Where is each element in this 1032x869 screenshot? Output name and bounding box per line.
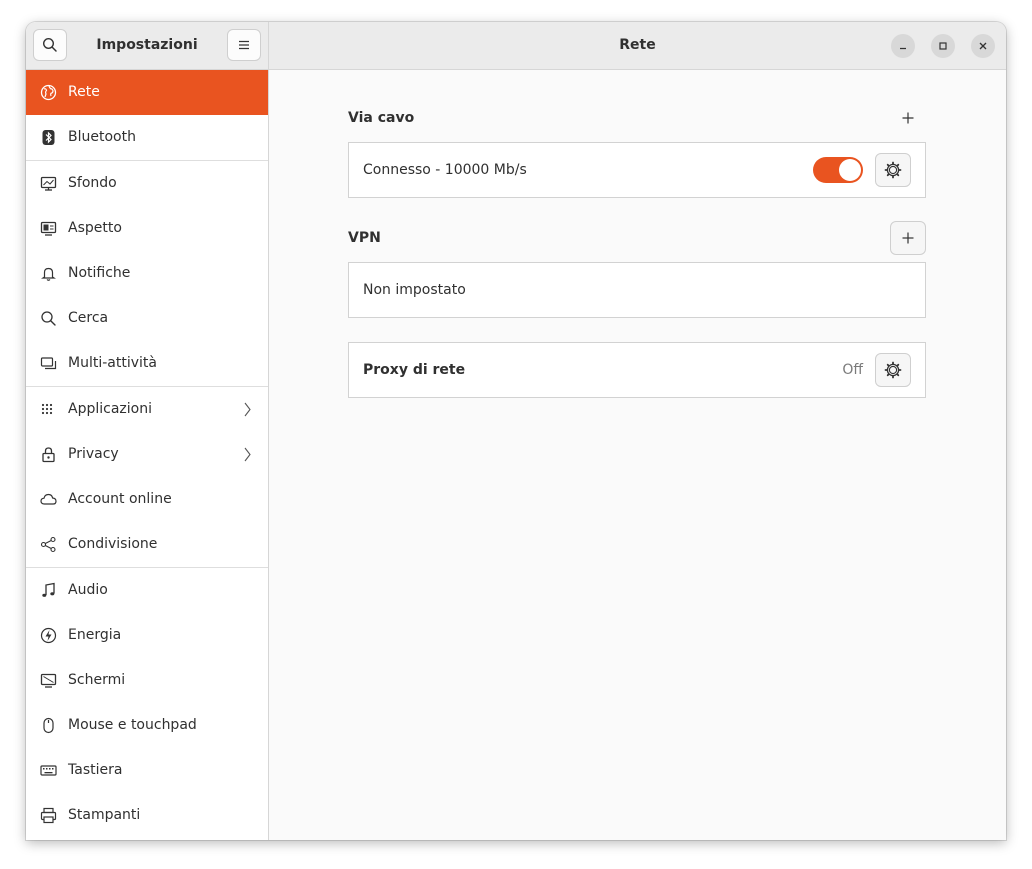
sidebar-item-label: Stampanti (68, 807, 141, 823)
wired-section-title: Via cavo (348, 110, 415, 126)
bell-icon (41, 267, 56, 281)
maximize-icon (939, 42, 947, 50)
close-button[interactable] (971, 34, 995, 58)
content-header: Rete (269, 22, 1006, 70)
sidebar-item-multi-attivita[interactable]: Multi-attività (26, 341, 268, 386)
minimize-icon (900, 47, 906, 50)
sidebar-item-audio[interactable]: Audio (26, 568, 268, 613)
sidebar-item-label: Audio (68, 582, 108, 598)
sidebar-item-aspetto[interactable]: Aspetto (26, 206, 268, 251)
close-icon (979, 42, 987, 50)
sidebar-item-energia[interactable]: Energia (26, 613, 268, 658)
vpn-row: Non impostato (348, 262, 926, 318)
search-icon (42, 37, 57, 52)
vpn-section-title: VPN (348, 230, 381, 246)
plus-icon (902, 112, 914, 124)
proxy-status: Off (842, 362, 863, 378)
sidebar-item-label: Privacy (68, 446, 119, 462)
proxy-settings-button[interactable] (875, 353, 911, 387)
printer-icon (40, 807, 57, 824)
wired-connection-row: Connesso - 10000 Mb/s (348, 142, 926, 198)
main-menu-button[interactable] (227, 29, 261, 61)
settings-window: Impostazioni Rete Bluetooth Sfondo Aspet… (26, 22, 1006, 840)
sidebar-item-stampanti[interactable]: Stampanti (26, 793, 268, 838)
maximize-button[interactable] (931, 34, 955, 58)
search-icon (41, 311, 56, 326)
proxy-row[interactable]: Proxy di rete Off (348, 342, 926, 398)
minimize-button[interactable] (891, 34, 915, 58)
sidebar-item-label: Schermi (68, 672, 126, 688)
sidebar-item-schermi[interactable]: Schermi (26, 658, 268, 703)
sidebar-item-applicazioni[interactable]: Applicazioni (26, 387, 268, 432)
sidebar-item-label: Sfondo (68, 175, 117, 191)
apps-grid-icon (41, 403, 53, 415)
sidebar-item-account-online[interactable]: Account online (26, 477, 268, 522)
sidebar-item-label: Aspetto (68, 220, 122, 236)
add-vpn-button[interactable] (890, 221, 926, 255)
sidebar-item-privacy[interactable]: Privacy (26, 432, 268, 477)
proxy-label: Proxy di rete (363, 362, 466, 378)
keyboard-icon (40, 765, 57, 776)
sidebar-item-condivisione[interactable]: Condivisione (26, 522, 268, 567)
share-icon (40, 536, 56, 553)
sidebar-item-bluetooth[interactable]: Bluetooth (26, 115, 268, 160)
gear-icon (884, 161, 902, 179)
sidebar-item-label: Energia (68, 627, 122, 643)
sidebar-item-sfondo[interactable]: Sfondo (26, 161, 268, 206)
wired-connection-label: Connesso - 10000 Mb/s (363, 162, 527, 178)
bluetooth-icon (42, 130, 55, 145)
sidebar-item-label: Notifiche (68, 265, 131, 281)
music-note-icon (42, 582, 55, 597)
sidebar-item-label: Applicazioni (68, 401, 152, 417)
appearance-icon (40, 221, 57, 236)
sidebar-item-label: Tastiera (68, 762, 123, 778)
sidebar-item-tastiera[interactable]: Tastiera (26, 748, 268, 793)
display-icon (40, 673, 57, 688)
sidebar-item-cerca[interactable]: Cerca (26, 296, 268, 341)
sidebar-item-notifiche[interactable]: Notifiche (26, 251, 268, 296)
lock-icon (42, 447, 55, 463)
add-wired-button[interactable] (890, 101, 926, 135)
sidebar-item-label: Cerca (68, 310, 109, 326)
hamburger-menu-icon (239, 40, 249, 50)
cloud-icon (40, 493, 57, 505)
wired-settings-button[interactable] (875, 153, 911, 187)
multitasking-icon (40, 357, 57, 370)
search-button[interactable] (33, 29, 67, 61)
sidebar-nav: Rete Bluetooth Sfondo Aspetto Notifiche (26, 70, 268, 838)
sidebar-item-label: Account online (68, 491, 172, 507)
sidebar-item-rete[interactable]: Rete (26, 70, 268, 115)
sidebar-item-label: Mouse e touchpad (68, 717, 197, 733)
gear-icon (884, 361, 902, 379)
wired-toggle-switch[interactable] (813, 157, 863, 183)
sidebar-item-label: Condivisione (68, 536, 158, 552)
mouse-icon (43, 717, 54, 734)
vpn-status-label: Non impostato (363, 282, 466, 298)
power-icon (40, 627, 57, 644)
sidebar-header: Impostazioni (26, 22, 268, 70)
globe-icon (40, 84, 57, 101)
chevron-right-icon (244, 447, 251, 462)
sidebar-item-mouse-touchpad[interactable]: Mouse e touchpad (26, 703, 268, 748)
monitor-icon (40, 176, 57, 191)
sidebar-item-label: Rete (68, 84, 100, 100)
sidebar-item-label: Multi-attività (68, 355, 157, 371)
sidebar-item-label: Bluetooth (68, 129, 136, 145)
sidebar-title: Impostazioni (96, 37, 198, 53)
plus-icon (902, 232, 914, 244)
chevron-right-icon (244, 402, 251, 417)
sidebar: Impostazioni Rete Bluetooth Sfondo Aspet… (26, 22, 269, 840)
toggle-knob (839, 159, 861, 181)
